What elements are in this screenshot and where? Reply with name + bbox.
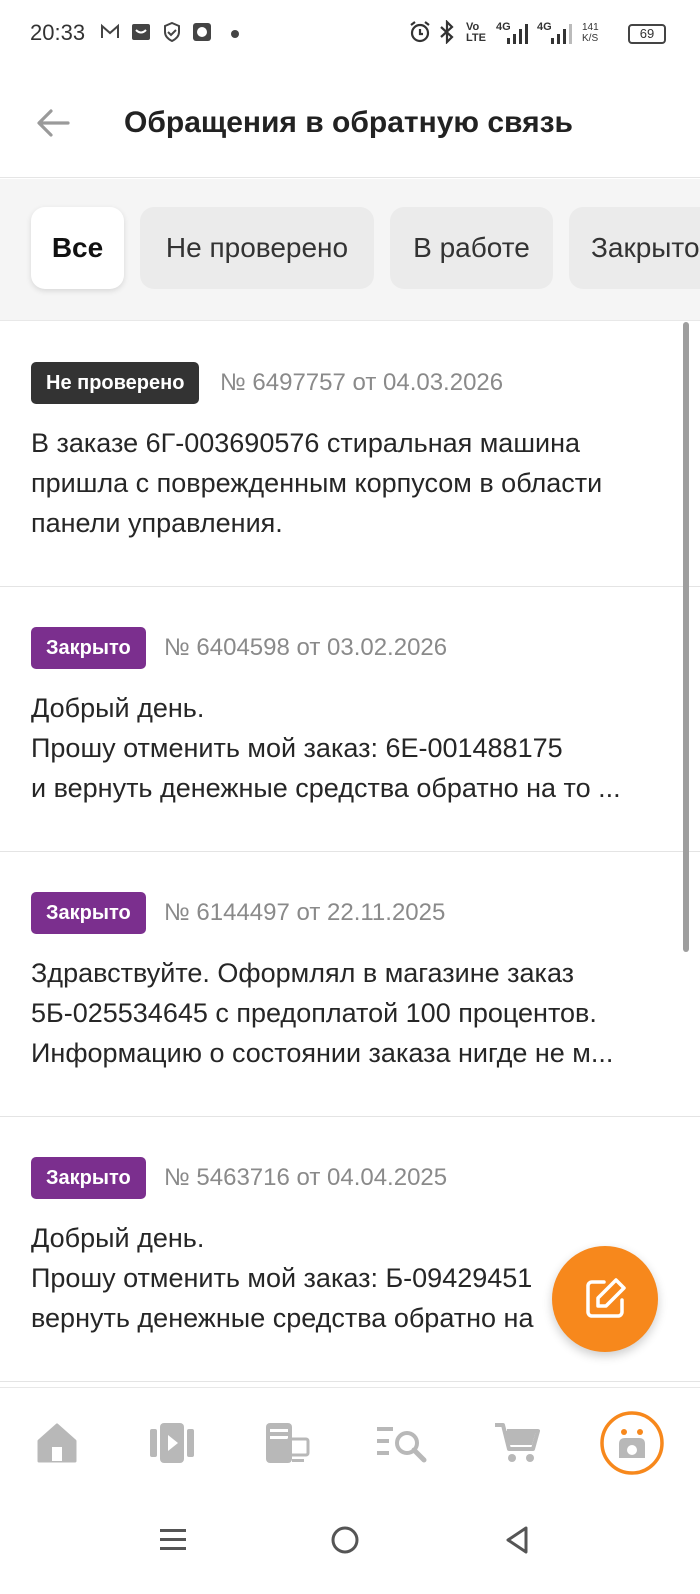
nav-devices[interactable] [252, 1408, 322, 1478]
menu-button[interactable] [148, 1515, 198, 1565]
home-system-button[interactable] [320, 1515, 370, 1565]
cart-icon [495, 1423, 540, 1462]
system-nav [0, 1497, 700, 1594]
search-list-icon [377, 1427, 427, 1463]
dot-icon [231, 30, 239, 38]
ticket-meta: № 6404598 от 03.02.2026 [164, 634, 448, 661]
ticket-text: В заказе 6Г-003690576 стиральная машина … [31, 423, 661, 543]
status-badge: Закрыто [31, 1157, 146, 1199]
status-bar: 20:33 Vo LTE 4G 4G 141 K/S 69 [0, 0, 700, 70]
ticket-text-line: 5Б-025534645 с предоплатой 100 процентов… [31, 998, 597, 1028]
nav-cart[interactable] [482, 1408, 552, 1478]
shield-icon [164, 22, 180, 42]
circle-home-icon [331, 1526, 359, 1554]
arrow-left-icon [37, 109, 70, 137]
back-button[interactable] [30, 100, 76, 146]
ticket-item[interactable]: Закрыто № 6144497 от 22.11.2025 Здравств… [0, 852, 700, 1117]
filter-bar: Все Не проверено В работе Закрыто [0, 179, 700, 321]
catalog-icon [150, 1423, 194, 1463]
ticket-item[interactable]: Не проверено № 6497757 от 04.03.2026 В з… [0, 322, 700, 587]
alarm-icon [410, 21, 430, 43]
ticket-text-line: В заказе 6Г-003690576 стиральная машина [31, 428, 580, 458]
edit-icon [586, 1278, 626, 1318]
inbox-icon [132, 24, 150, 40]
tickets-list: Не проверено № 6497757 от 04.03.2026 В з… [0, 322, 700, 1387]
status-badge: Не проверено [31, 362, 200, 404]
home-icon [37, 1423, 77, 1463]
filter-chip-all[interactable]: Все [31, 207, 124, 289]
filter-chip-closed[interactable]: Закрыто [569, 207, 700, 289]
profile-icon [600, 1411, 664, 1475]
network-speed: 141 K/S [582, 22, 599, 44]
ticket-text-line: панели управления. [31, 508, 283, 538]
filter-chip-unchecked[interactable]: Не проверено [140, 207, 374, 289]
battery-indicator: 69 [628, 24, 666, 44]
ticket-text-line: Добрый день. [31, 693, 205, 723]
ticket-text-line: Прошу отменить мой заказ: 6Е-001488175 [31, 733, 563, 763]
nav-search[interactable] [367, 1408, 437, 1478]
devices-icon [266, 1423, 310, 1463]
menu-icon [160, 1529, 186, 1550]
ticket-text-line: Добрый день. [31, 1223, 205, 1253]
status-time: 20:33 [30, 20, 86, 45]
bottom-nav [0, 1387, 700, 1497]
app-header: Обращения в обратную связь [0, 70, 700, 178]
filter-chip-in-progress[interactable]: В работе [390, 207, 553, 289]
bluetooth-icon [440, 20, 454, 44]
ticket-meta: № 5463716 от 04.04.2025 [164, 1164, 448, 1191]
ticket-meta: № 6144497 от 22.11.2025 [164, 899, 446, 926]
ticket-item[interactable]: Закрыто № 6404598 от 03.02.2026 Добрый д… [0, 587, 700, 852]
ticket-text: Здравствуйте. Оформлял в магазине заказ … [31, 953, 661, 1073]
page-title: Обращения в обратную связь [124, 106, 573, 139]
back-triangle-icon [506, 1526, 528, 1554]
signal-icon [507, 24, 528, 44]
ticket-text-line: пришла с поврежденным корпусом в области [31, 468, 603, 498]
status-badge: Закрыто [31, 892, 146, 934]
ticket-meta: № 6497757 от 04.03.2026 [220, 369, 504, 396]
scrollbar[interactable] [683, 322, 689, 952]
signal-icon [551, 24, 572, 44]
ticket-text: Добрый день. Прошу отменить мой заказ: 6… [31, 688, 661, 808]
volte-label: Vo LTE [466, 21, 486, 44]
nav-profile[interactable] [597, 1408, 667, 1478]
nav-catalog[interactable] [137, 1408, 207, 1478]
gmail-icon [101, 23, 119, 38]
ticket-text-line: Информацию о состоянии заказа нигде не м… [31, 1038, 614, 1068]
ticket-text-line: и вернуть денежные средства обратно на т… [31, 773, 621, 803]
back-system-button[interactable] [492, 1515, 542, 1565]
chat-icon [193, 23, 211, 41]
status-badge: Закрыто [31, 627, 146, 669]
ticket-text-line: Здравствуйте. Оформлял в магазине заказ [31, 958, 575, 988]
new-feedback-button[interactable] [552, 1246, 658, 1352]
nav-home[interactable] [22, 1408, 92, 1478]
